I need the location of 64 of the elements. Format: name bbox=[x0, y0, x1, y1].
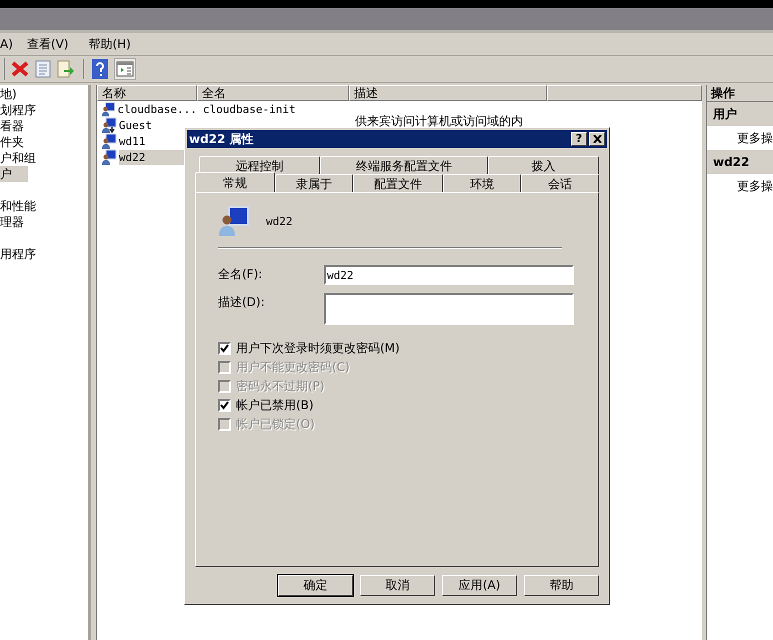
user-icon bbox=[100, 149, 117, 165]
export-icon[interactable] bbox=[57, 60, 75, 78]
user-name[interactable]: wd11 bbox=[118, 134, 146, 148]
field-label: 全名(F): bbox=[218, 266, 264, 283]
tab[interactable]: 配置文件 bbox=[353, 174, 443, 192]
full-name-field[interactable]: wd22 bbox=[324, 265, 574, 285]
dialog-button[interactable]: 取消 bbox=[360, 575, 435, 596]
dialog-button[interactable]: 帮助 bbox=[524, 575, 599, 596]
delete-icon[interactable] bbox=[11, 60, 29, 78]
user-icon bbox=[100, 101, 116, 117]
window-title: wd22 属性 bbox=[189, 130, 254, 148]
checkbox-label: 帐户已禁用(B) bbox=[236, 397, 314, 414]
tree-item[interactable]: 户 bbox=[0, 166, 28, 182]
user-name[interactable]: cloudbase... bbox=[117, 102, 197, 116]
description-field[interactable] bbox=[324, 293, 574, 325]
user-name[interactable]: Guest bbox=[118, 118, 152, 132]
tab[interactable]: 拨入 bbox=[488, 156, 599, 174]
checkbox[interactable] bbox=[218, 342, 231, 355]
field-label: 描述(D): bbox=[218, 294, 266, 311]
close-icon bbox=[592, 135, 602, 143]
tab[interactable]: 隶属于 bbox=[275, 174, 353, 192]
section-heading[interactable]: wd22 bbox=[707, 150, 773, 174]
help-icon[interactable] bbox=[92, 59, 108, 79]
section-heading[interactable]: 用户 bbox=[707, 102, 773, 126]
dialog-button[interactable]: 应用(A) bbox=[442, 575, 517, 596]
tree-item[interactable]: 地) bbox=[0, 86, 88, 102]
menu-item[interactable]: A) bbox=[0, 37, 13, 51]
checkbox-label: 用户下次登录时须更改密码(M) bbox=[236, 340, 400, 357]
user-icon bbox=[218, 205, 250, 237]
checkbox-label: 用户不能更改密码(C) bbox=[236, 359, 350, 376]
disabled-user-icon bbox=[100, 117, 117, 133]
menu-item[interactable]: 查看(V) bbox=[26, 36, 68, 52]
column-header[interactable] bbox=[546, 85, 702, 101]
tree-item[interactable]: 件夹 bbox=[0, 134, 88, 150]
tab[interactable]: 环境 bbox=[443, 174, 521, 192]
user-name: wd22 bbox=[266, 214, 292, 228]
tree-item[interactable]: 和性能 bbox=[0, 198, 88, 214]
tree-item[interactable]: 用程序 bbox=[0, 246, 88, 262]
table-cell-text: 供来宾访问计算机或访问域的内 bbox=[354, 114, 523, 128]
tree-item[interactable]: 划程序 bbox=[0, 102, 88, 118]
tab[interactable]: 终端服务配置文件 bbox=[320, 156, 488, 174]
help-button[interactable]: ? bbox=[571, 132, 587, 146]
checkbox-label: 密码永不过期(P) bbox=[236, 378, 325, 395]
table-cell-text: cloudbase-init bbox=[202, 102, 296, 116]
user-icon bbox=[100, 133, 117, 149]
pane-title: 操作 bbox=[707, 85, 773, 102]
column-header[interactable]: 名称 bbox=[96, 85, 197, 101]
menu-item[interactable]: 帮助(H) bbox=[88, 36, 131, 52]
tab[interactable]: 常规 bbox=[195, 172, 275, 192]
checkbox-label: 帐户已锁定(O) bbox=[236, 416, 315, 433]
column-header[interactable]: 全名 bbox=[196, 85, 349, 101]
tab[interactable]: 远程控制 bbox=[199, 156, 320, 174]
action-link[interactable]: 更多操 bbox=[707, 174, 773, 198]
properties-icon[interactable] bbox=[35, 60, 51, 78]
dialog-button[interactable]: 确定 bbox=[278, 575, 353, 596]
tree-item[interactable]: 理器 bbox=[0, 214, 88, 230]
tree-item[interactable]: 户和组 bbox=[0, 150, 88, 166]
tree-item[interactable]: 看器 bbox=[0, 118, 88, 134]
column-header[interactable]: 描述 bbox=[348, 85, 547, 101]
action-pane-icon[interactable] bbox=[114, 58, 136, 80]
tab[interactable]: 会话 bbox=[521, 174, 599, 192]
close-button[interactable] bbox=[589, 132, 605, 146]
action-link[interactable]: 更多操 bbox=[707, 126, 773, 150]
checkbox[interactable] bbox=[218, 399, 231, 412]
